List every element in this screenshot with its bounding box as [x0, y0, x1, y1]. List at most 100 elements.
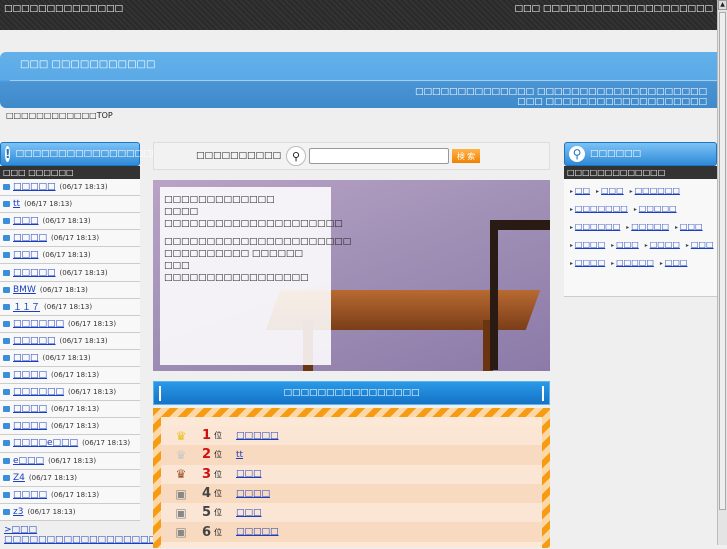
site-title[interactable]: □□□□□□□□□□□□□□	[4, 4, 123, 14]
tag-link[interactable]: □□□□□	[616, 258, 654, 267]
item-link[interactable]: □□□	[13, 216, 39, 226]
tag-link[interactable]: □□	[575, 186, 590, 195]
hero-title-text: □□□□□□□□□□□□□	[164, 195, 275, 205]
item-link[interactable]: Z4	[13, 473, 25, 483]
banner: □□□ □□□□□□□□□□□ □□□□□□□□□□□□□□ □□□□□□□□□…	[0, 52, 717, 108]
left-box-subtitle: □□□ □□□□□□	[0, 166, 140, 179]
item-link[interactable]: tt	[13, 199, 20, 209]
ranking-link[interactable]: □□□	[236, 508, 262, 518]
list-item: BMW (06/17 18:13)	[0, 281, 140, 299]
gold-crown-icon: ♛	[175, 428, 187, 443]
bronze-crown-icon: ♛	[175, 467, 187, 482]
list-item: Z4 (06/17 18:13)	[0, 469, 140, 487]
bullet-icon: ▣	[175, 525, 187, 540]
banner-title: □□□ □□□□□□□□□□□	[20, 59, 156, 70]
item-link[interactable]: □□□□	[13, 490, 47, 500]
bullet-icon	[3, 269, 10, 276]
tag-item: □□□□□	[634, 204, 677, 213]
ranking-row: ♛ 2 位 tt	[161, 445, 542, 465]
item-link[interactable]: □□□□e□□□	[13, 438, 78, 448]
search-button[interactable]: 検 索	[452, 149, 481, 163]
item-time: (06/17 18:13)	[44, 302, 93, 311]
exclamation-icon: !	[5, 146, 11, 162]
tag-link[interactable]: □□□	[680, 222, 703, 231]
bullet-icon: ▣	[175, 486, 187, 501]
scroll-up-arrow-icon[interactable]: ▲	[718, 0, 727, 10]
list-item: e□□□ (06/17 18:13)	[0, 452, 140, 470]
tag-link[interactable]: □□□□□□	[635, 186, 680, 195]
ranking-link[interactable]: □□□□	[236, 489, 270, 499]
item-time: (06/17 18:13)	[51, 405, 100, 414]
item-link[interactable]: １１７	[13, 300, 40, 313]
scroll-thumb[interactable]	[719, 12, 726, 510]
ranking-header: □□□□□□□□□□□□□□□□	[153, 381, 550, 405]
tag-list: □□□□□□□□□□□□□□□□□□□□□□□□□□□□□□□□□□□□□□□□…	[564, 179, 717, 297]
item-link[interactable]: e□□□	[13, 456, 44, 466]
tag-link[interactable]: □□□□□	[631, 222, 669, 231]
item-link[interactable]: □□□□	[13, 370, 47, 380]
bullet-icon	[3, 389, 10, 396]
ranking-row: ▣ 5 位 □□□	[161, 503, 542, 523]
tag-link[interactable]: □□□□	[650, 240, 680, 249]
item-time: (06/17 18:13)	[51, 490, 100, 499]
tag-item: □□□□□□□	[570, 204, 628, 213]
rank-number: 5	[201, 505, 211, 521]
silver-crown-icon: ♛	[175, 447, 187, 462]
item-link[interactable]: □□□□	[13, 421, 47, 431]
item-link[interactable]: □□□□	[13, 233, 47, 243]
item-link[interactable]: □□□□□	[13, 182, 56, 192]
item-link[interactable]: □□□□□□	[13, 387, 64, 397]
item-link[interactable]: □□□□□	[13, 268, 56, 278]
bullet-icon	[3, 474, 10, 481]
tag-link[interactable]: □□□□	[575, 240, 605, 249]
item-time: (06/17 18:13)	[39, 285, 88, 294]
tag-item: □□□□	[570, 240, 605, 249]
search-input[interactable]	[309, 148, 450, 164]
tag-link[interactable]: □□□□□□□	[575, 204, 628, 213]
bullet-icon	[3, 354, 10, 361]
ranking-link[interactable]: tt	[236, 450, 243, 460]
ranking-row: ♛ 3 位 □□□	[161, 464, 542, 484]
search-label: □□□□□□□□□□	[196, 151, 282, 161]
item-link[interactable]: □□□	[13, 353, 39, 363]
item-link[interactable]: z3	[13, 507, 23, 517]
ranking-link[interactable]: □□□	[236, 469, 262, 479]
tag-link[interactable]: □□□	[665, 258, 688, 267]
item-link[interactable]: □□□	[13, 250, 39, 260]
ranking-link[interactable]: □□□□□	[236, 431, 279, 441]
hero-line: □□□□ □□□□□□□□□□□□□□□□□□□□□	[164, 207, 343, 229]
list-item: □□□□ (06/17 18:13)	[0, 486, 140, 504]
list-item: z3 (06/17 18:13)	[0, 503, 140, 521]
header-tagline: □□□ □□□□□□□□□□□□□□□□□□□□	[514, 4, 713, 14]
item-link[interactable]: □□□□□	[13, 336, 56, 346]
tag-item: □□□□□□	[630, 186, 680, 195]
banner-divider	[10, 80, 717, 81]
tag-link[interactable]: □□□□□	[639, 204, 677, 213]
tag-link[interactable]: □□□	[601, 186, 624, 195]
item-link[interactable]: BMW	[13, 285, 36, 295]
ranking-list: ♛ 1 位 □□□□□ ♛ 2 位 tt ♛ 3 位 □□□ ▣ 4 位 □□□□ ▣ 5 位 □□□ ▣ 6 位 □□□□□	[161, 417, 542, 548]
bullet-icon	[3, 491, 10, 498]
tag-link[interactable]: □□□	[616, 240, 639, 249]
hero-title: □□□□□□□□□□□□□ □□□□ □□□□□□□□□□□□□□□□□□□□□	[164, 194, 343, 230]
top-bar: □□□□□□□□□□□□□□ □□□ □□□□□□□□□□□□□□□□□□□□	[0, 0, 717, 30]
item-link[interactable]: □□□□□□	[13, 319, 64, 329]
tag-link[interactable]: □□□	[691, 240, 714, 249]
item-time: (06/17 18:13)	[24, 200, 73, 209]
scrollbar[interactable]: ▲	[717, 0, 727, 545]
search-icon: ⚲	[286, 146, 307, 166]
list-item: □□□□□ (06/17 18:13)	[0, 332, 140, 350]
rank-suffix: 位	[214, 527, 222, 537]
item-time: (06/17 18:13)	[51, 422, 100, 431]
item-link[interactable]: □□□□	[13, 404, 47, 414]
left-box-title: □□□□□□□□□□□□□□□□□	[15, 149, 161, 159]
ranking-link[interactable]: □□□□□	[236, 527, 279, 537]
tag-link[interactable]: □□□□□□	[575, 222, 620, 231]
bullet-icon	[3, 508, 10, 515]
rank-number: 6	[201, 524, 211, 540]
list-item: □□□ (06/17 18:13)	[0, 213, 140, 231]
rank-suffix: 位	[214, 469, 222, 479]
list-item: □□□□□ (06/17 18:13)	[0, 179, 140, 197]
list-item: □□□□□ (06/17 18:13)	[0, 264, 140, 282]
tag-link[interactable]: □□□□	[575, 258, 605, 267]
